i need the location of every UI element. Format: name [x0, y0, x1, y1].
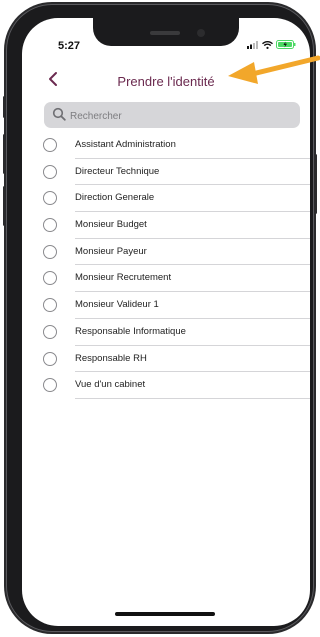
search-icon [52, 107, 66, 126]
list-item[interactable]: Monsieur Budget [22, 212, 310, 239]
list-item[interactable]: Monsieur Recrutement [22, 265, 310, 293]
identity-list: Assistant Administration Directeur Techn… [22, 132, 310, 399]
mute-switch [3, 96, 6, 118]
list-item-label: Monsieur Payeur [75, 245, 147, 257]
list-item[interactable]: Responsable Informatique [22, 319, 310, 346]
volume-up-button [3, 134, 6, 174]
volume-down-button [3, 186, 6, 226]
list-item[interactable]: Direction Generale [22, 185, 310, 213]
wifi-icon [262, 40, 273, 49]
list-item-label: Responsable Informatique [75, 325, 186, 337]
radio-button[interactable] [43, 244, 57, 259]
radio-button[interactable] [43, 138, 57, 152]
annotation-arrow-icon [228, 55, 320, 84]
search-input[interactable] [68, 102, 292, 130]
list-item[interactable]: Directeur Technique [22, 159, 310, 186]
list-item[interactable]: Assistant Administration [22, 132, 310, 159]
radio-button[interactable] [43, 378, 57, 393]
list-item-label: Directeur Technique [75, 165, 160, 177]
list-item-label: Responsable RH [75, 352, 147, 364]
list-item-label: Monsieur Valideur 1 [75, 299, 159, 311]
home-indicator[interactable] [115, 612, 215, 616]
screen: 5:27 Prendre l'identité Rechercher Assis… [22, 18, 310, 626]
radio-button[interactable] [43, 191, 57, 206]
separator [75, 397, 310, 399]
list-item[interactable]: Vue d'un cabinet [22, 372, 310, 399]
list-item[interactable]: Monsieur Valideur 1 [22, 292, 310, 319]
battery-icon [276, 40, 296, 49]
signal-icon [247, 40, 258, 49]
front-camera [197, 29, 205, 37]
power-button [314, 154, 317, 214]
status-icons [247, 40, 296, 49]
radio-button[interactable] [43, 351, 57, 366]
radio-button[interactable] [43, 298, 57, 313]
radio-button[interactable] [43, 324, 57, 339]
radio-button[interactable] [43, 218, 57, 233]
list-item-label: Assistant Administration [75, 139, 176, 150]
list-item-label: Direction Generale [75, 192, 155, 204]
search-bar[interactable] [44, 102, 300, 130]
radio-button[interactable] [43, 271, 57, 286]
radio-button[interactable] [43, 164, 57, 179]
list-item-label: Monsieur Recrutement [75, 272, 172, 284]
list-item[interactable]: Monsieur Payeur [22, 239, 310, 266]
status-time: 5:27 [58, 40, 81, 52]
list-item[interactable]: Responsable RH [22, 346, 310, 373]
notch [93, 18, 239, 46]
phone-frame: 5:27 Prendre l'identité Rechercher Assis… [3, 4, 317, 632]
list-item-label: Vue d'un cabinet [75, 379, 146, 391]
list-item-label: Monsieur Budget [75, 219, 147, 231]
speaker [150, 31, 180, 35]
